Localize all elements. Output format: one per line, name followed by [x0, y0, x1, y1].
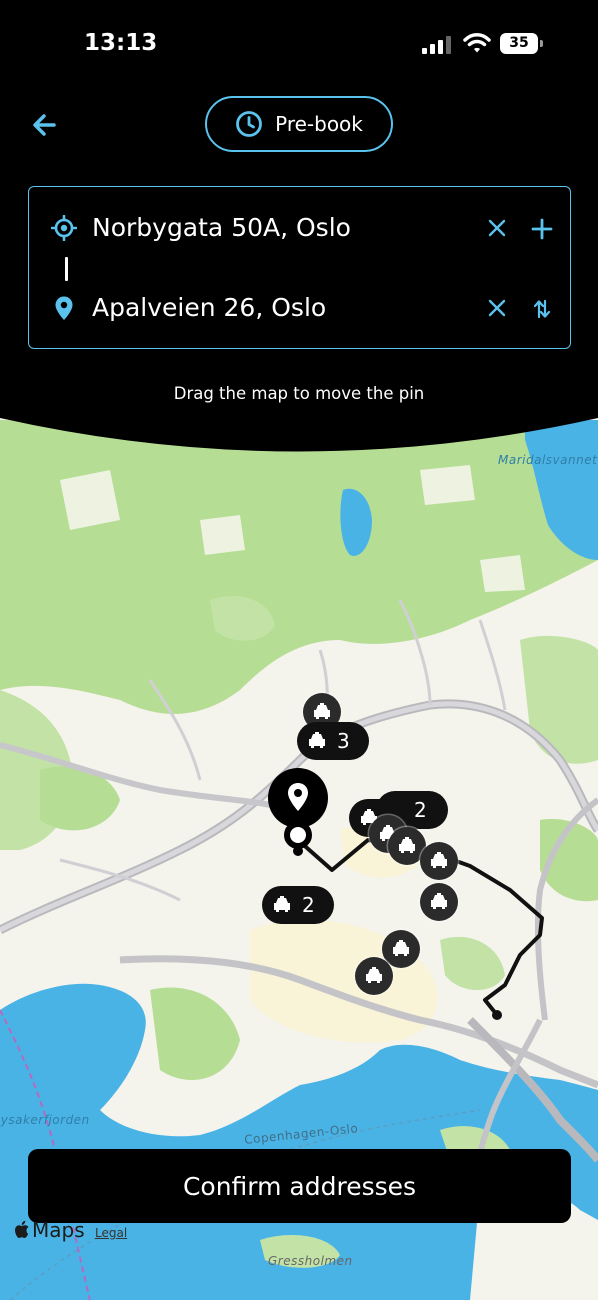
- wifi-icon: [463, 33, 491, 53]
- prebook-label: Pre-book: [275, 112, 363, 136]
- status-time: 13:13: [84, 30, 158, 56]
- taxi-marker[interactable]: [355, 957, 393, 995]
- clear-to-icon[interactable]: [485, 296, 509, 320]
- maps-label: Maps: [32, 1218, 85, 1242]
- taxi-marker[interactable]: [420, 883, 458, 921]
- route-connector: [65, 257, 68, 281]
- apple-maps-logo: Maps: [14, 1218, 85, 1242]
- crosshair-icon: [51, 215, 77, 241]
- map-label-gressholmen: Gressholmen: [268, 1254, 353, 1268]
- from-address-text[interactable]: Norbygata 50A, Oslo: [92, 213, 351, 242]
- clear-from-icon[interactable]: [485, 216, 509, 240]
- apple-icon: [15, 1220, 29, 1238]
- battery-level: 35: [509, 35, 529, 51]
- map-label-lysakerfjorden: Lysakerfjorden: [0, 1113, 90, 1127]
- clock-icon: [236, 111, 263, 137]
- taxi-cluster-marker[interactable]: 3: [297, 722, 369, 760]
- cluster-count: 3: [337, 729, 350, 753]
- map-hint: Drag the map to move the pin: [173, 384, 425, 403]
- taxi-marker[interactable]: [420, 842, 458, 880]
- to-address-row[interactable]: Apalveien 26, Oslo: [29, 288, 570, 328]
- legal-link[interactable]: Legal: [95, 1226, 127, 1240]
- from-address-row[interactable]: Norbygata 50A, Oslo: [29, 208, 570, 248]
- to-address-text[interactable]: Apalveien 26, Oslo: [92, 293, 326, 322]
- cluster-count: 2: [414, 798, 427, 822]
- add-stop-icon[interactable]: [529, 216, 555, 242]
- battery-icon: 35: [500, 33, 544, 54]
- status-bar: 13:13 35: [0, 0, 598, 90]
- location-pin-small-icon: [55, 296, 73, 320]
- cellular-signal-icon: [422, 36, 454, 54]
- taxi-cluster-marker[interactable]: 2: [262, 886, 334, 924]
- cluster-count: 2: [302, 893, 315, 917]
- confirm-addresses-button[interactable]: Confirm addresses: [28, 1149, 571, 1223]
- address-card: Norbygata 50A, Oslo Apalveien 26, Oslo: [28, 186, 571, 349]
- location-pin-icon[interactable]: [267, 767, 329, 862]
- prebook-button[interactable]: Pre-book: [205, 96, 393, 152]
- swap-icon[interactable]: [529, 296, 555, 322]
- back-arrow-icon[interactable]: [28, 108, 62, 142]
